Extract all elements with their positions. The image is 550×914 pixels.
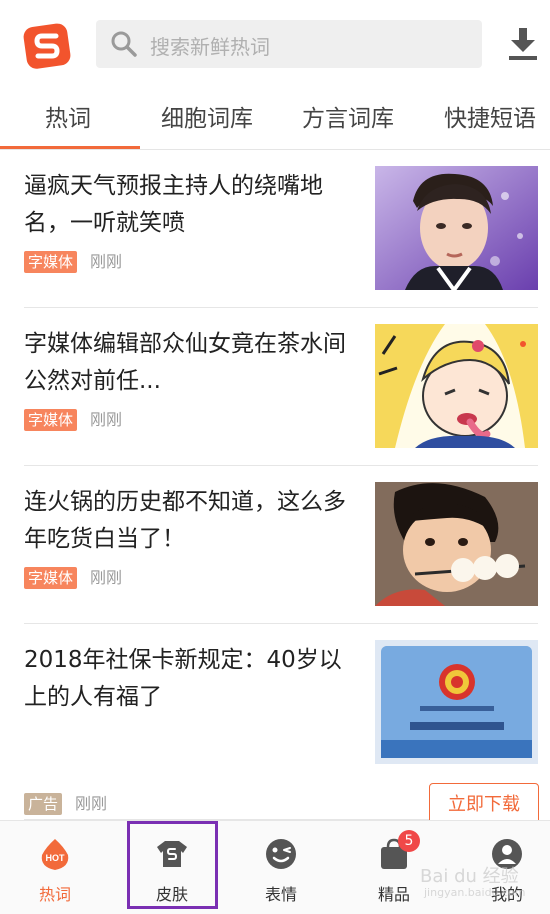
thumbnail-portrait-image — [375, 166, 538, 290]
ad-time: 刚刚 — [75, 794, 108, 813]
publish-time: 刚刚 — [90, 410, 123, 429]
tab-quick-phrases[interactable]: 快捷短语 — [444, 90, 536, 150]
nav-label: 表情 — [264, 885, 297, 904]
feed-item[interactable]: 字媒体编辑部众仙女竟在茶水间公然对前任... 字媒体 刚刚 — [0, 308, 550, 466]
tab-hot-words[interactable]: 热词 — [45, 90, 91, 150]
emoji-wink-icon — [266, 839, 296, 869]
feed-item-title: 连火锅的历史都不知道，这么多年吃货白当了！ — [24, 489, 346, 552]
source-tag: 字媒体 — [24, 251, 78, 273]
hot-icon: HOT — [41, 839, 69, 870]
publish-time: 刚刚 — [90, 568, 123, 587]
app-header: 搜索新鲜热词 — [0, 0, 550, 90]
feed-item[interactable]: 逼疯天气预报主持人的绕嘴地名，一听就笑喷 字媒体 刚刚 — [0, 150, 550, 308]
download-icon[interactable] — [506, 26, 540, 62]
thumbnail-social-security-card-image — [375, 640, 538, 764]
watermark-url: jingyan.baidu.com — [424, 886, 526, 899]
source-tag: 字媒体 — [24, 567, 78, 589]
feed-item[interactable]: 连火锅的历史都不知道，这么多年吃货白当了！ 字媒体 刚刚 — [0, 466, 550, 624]
publish-time: 刚刚 — [90, 252, 123, 271]
nav-label: 热词 — [38, 885, 71, 904]
watermark: Bai du 经验 — [420, 866, 519, 887]
tab-cell-lexicon[interactable]: 细胞词库 — [161, 90, 253, 150]
nav-hot-words[interactable]: HOT 热词 — [0, 821, 110, 914]
highlight-box — [127, 821, 218, 909]
thumbnail-child-eating-image — [375, 482, 538, 606]
active-tab-indicator — [0, 146, 140, 149]
ad-label: 广告 — [24, 793, 63, 815]
search-icon — [111, 31, 137, 57]
hot-icon-label: HOT — [46, 853, 66, 863]
category-tabs: 热词 细胞词库 方言词库 快捷短语 — [0, 90, 550, 150]
search-input[interactable]: 搜索新鲜热词 — [96, 20, 482, 68]
thumbnail-cartoon-image — [375, 324, 538, 448]
nav-emoji[interactable]: 表情 — [226, 821, 336, 914]
feed-item-title: 逼疯天气预报主持人的绕嘴地名，一听就笑喷 — [24, 173, 323, 236]
source-tag: 字媒体 — [24, 409, 78, 431]
ad-title: 2018年社保卡新规定：40岁以上的人有福了 — [24, 647, 342, 710]
sogou-logo-icon[interactable] — [22, 20, 74, 72]
feed-item-title: 字媒体编辑部众仙女竟在茶水间公然对前任... — [24, 331, 346, 394]
search-placeholder: 搜索新鲜热词 — [150, 35, 270, 59]
notification-badge: 5 — [398, 830, 420, 852]
tab-dialect-lexicon[interactable]: 方言词库 — [302, 90, 394, 150]
